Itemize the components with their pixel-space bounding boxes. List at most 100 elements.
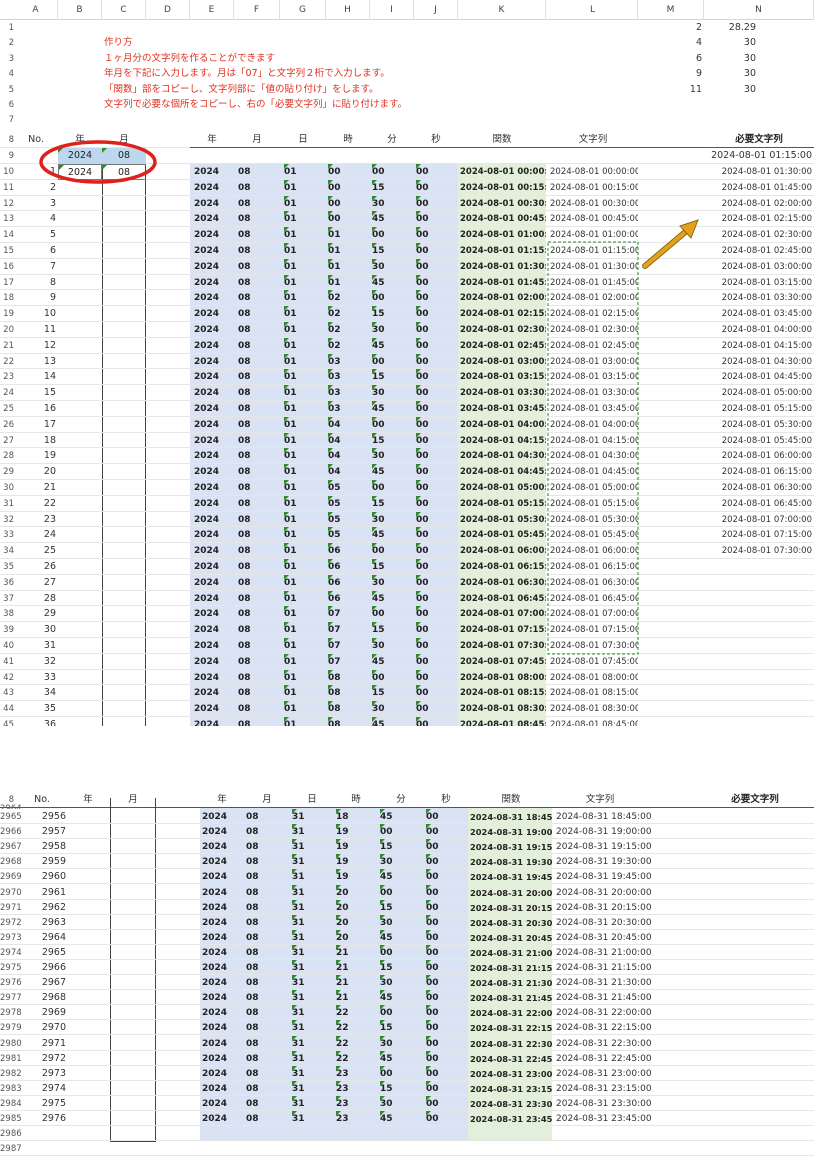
data-row[interactable]: 134202408010045002024-08-01 00:45:002024… (0, 211, 814, 228)
month-cell[interactable]: 08 (238, 196, 278, 212)
hour-cell[interactable]: 01 (328, 258, 368, 275)
needed-string-cell[interactable]: 2024-08-01 07:15:00 (704, 527, 812, 543)
string-cell[interactable]: 2024-08-01 04:15:00 (550, 433, 638, 449)
needed-string-cell[interactable]: 2024-08-01 05:15:00 (704, 401, 812, 417)
month-cell[interactable]: 08 (246, 945, 286, 961)
month-cell[interactable]: 08 (238, 654, 278, 670)
minute-cell[interactable]: 45 (372, 401, 412, 417)
function-cell[interactable]: 2024-08-01 01:45:00 (460, 274, 546, 291)
row-number[interactable]: 2970 (0, 885, 22, 901)
no-cell[interactable]: 22 (14, 496, 56, 512)
day-cell[interactable]: 01 (284, 464, 324, 480)
col-header-l[interactable]: L (548, 0, 638, 20)
second-cell[interactable]: 00 (416, 559, 456, 575)
no-cell[interactable]: 2968 (20, 990, 66, 1006)
string-cell[interactable]: 2024-08-31 21:30:00 (556, 975, 652, 991)
day-cell[interactable]: 31 (292, 899, 332, 916)
day-cell[interactable]: 01 (284, 480, 324, 496)
string-cell[interactable]: 2024-08-01 07:00:00 (550, 606, 638, 622)
year-cell[interactable]: 2024 (194, 464, 234, 480)
no-cell[interactable]: 29 (14, 606, 56, 622)
hour-cell[interactable]: 23 (336, 1065, 376, 1082)
column-header-row[interactable]: ABCDEFGHIJKLMN (0, 0, 814, 20)
second-cell[interactable]: 00 (426, 990, 466, 1006)
second-cell[interactable]: 00 (416, 211, 456, 227)
no-cell[interactable]: 2971 (20, 1036, 66, 1052)
second-cell[interactable]: 00 (416, 337, 456, 354)
col-header-j[interactable]: J (414, 0, 458, 20)
second-cell[interactable]: 00 (416, 606, 456, 622)
day-cell[interactable]: 31 (292, 914, 332, 931)
hour-cell[interactable]: 21 (336, 975, 376, 991)
string-cell[interactable]: 2024-08-01 01:30:00 (550, 259, 638, 275)
row-number[interactable]: 30 (0, 480, 14, 496)
row-number[interactable]: 2971 (0, 900, 22, 916)
cell-n[interactable]: 30 (704, 51, 756, 66)
function-cell[interactable]: 2024-08-31 23:45:00 (470, 1111, 552, 1127)
year-cell[interactable]: 2024 (194, 559, 234, 575)
row-number[interactable]: 34 (0, 543, 14, 559)
row-number[interactable]: 2978 (0, 1005, 22, 1021)
data-row[interactable]: 4031202408010730002024-08-01 07:30:00202… (0, 638, 814, 654)
row-number[interactable]: 2981 (0, 1051, 22, 1067)
year-cell[interactable]: 2024 (194, 385, 234, 401)
string-cell[interactable]: 2024-08-01 03:45:00 (550, 401, 638, 417)
day-cell[interactable]: 31 (292, 1035, 332, 1052)
minute-cell[interactable]: 45 (380, 990, 420, 1006)
sheet-row[interactable]: 4 年月を下記に入力します。月は「07」と文字列２桁で入力します。 9 30 (0, 66, 814, 81)
needed-string-cell[interactable]: 2024-08-01 07:30:00 (704, 543, 812, 559)
data-row[interactable]: 4536202408010845002024-08-01 08:45:00202… (0, 717, 814, 726)
minute-cell[interactable]: 15 (372, 685, 412, 701)
function-cell[interactable]: 2024-08-01 06:30:00 (460, 574, 546, 591)
no-cell[interactable]: 33 (14, 670, 56, 686)
data-row[interactable]: 2112202408010245002024-08-01 02:45:00202… (0, 337, 814, 354)
hour-cell[interactable]: 07 (328, 622, 368, 638)
day-cell[interactable]: 31 (292, 854, 332, 870)
no-cell[interactable]: 35 (14, 701, 56, 717)
second-cell[interactable]: 00 (426, 869, 466, 885)
day-cell[interactable]: 01 (284, 179, 324, 196)
string-cell[interactable]: 2024-08-01 03:30:00 (550, 385, 638, 401)
year-cell[interactable]: 2024 (194, 543, 234, 559)
string-cell[interactable]: 2024-08-31 22:15:00 (556, 1020, 652, 1036)
no-cell[interactable]: 8 (14, 275, 56, 291)
second-cell[interactable]: 00 (416, 306, 456, 322)
string-cell[interactable]: 2024-08-31 19:15:00 (556, 839, 652, 855)
year-cell[interactable]: 2024 (194, 243, 234, 259)
year-cell[interactable]: 2024 (202, 854, 242, 870)
second-cell[interactable]: 00 (426, 854, 466, 870)
year-cell[interactable]: 2024 (194, 275, 234, 291)
second-cell[interactable]: 00 (416, 401, 456, 417)
minute-cell[interactable]: 00 (372, 606, 412, 622)
hour-cell[interactable]: 00 (328, 195, 368, 212)
second-cell[interactable]: 00 (416, 353, 456, 370)
hour-cell[interactable]: 06 (328, 590, 368, 607)
day-cell[interactable]: 01 (284, 195, 324, 212)
month-cell[interactable]: 08 (238, 512, 278, 528)
hour-cell[interactable]: 23 (336, 1095, 376, 1112)
needed-string-cell[interactable]: 2024-08-01 05:00:00 (704, 385, 812, 401)
row-number[interactable]: 2964 (0, 801, 22, 809)
hour-cell[interactable]: 23 (336, 1080, 376, 1097)
no-cell[interactable]: 2974 (20, 1081, 66, 1097)
data-row[interactable]: 145202408010100002024-08-01 01:00:002024… (0, 227, 814, 244)
hour-cell[interactable]: 08 (328, 717, 368, 726)
function-cell[interactable]: 2024-08-31 23:15:00 (470, 1080, 552, 1097)
second-cell[interactable]: 00 (416, 243, 456, 259)
hour-cell[interactable]: 19 (336, 839, 376, 855)
day-cell[interactable]: 01 (284, 353, 324, 370)
string-cell[interactable]: 2024-08-31 21:45:00 (556, 990, 652, 1006)
string-cell[interactable]: 2024-08-31 19:30:00 (556, 854, 652, 870)
string-cell[interactable]: 2024-08-01 08:15:00 (550, 685, 638, 701)
string-cell[interactable]: 2024-08-31 22:45:00 (556, 1051, 652, 1067)
month-cell[interactable]: 08 (238, 638, 278, 654)
data-row[interactable]: 29742965202408312100002024-08-31 21:00:0… (0, 944, 814, 961)
month-cell[interactable]: 08 (246, 839, 286, 855)
no-cell[interactable]: 26 (14, 559, 56, 575)
data-row[interactable]: 29802971202408312230002024-08-31 22:30:0… (0, 1035, 814, 1052)
string-cell[interactable]: 2024-08-01 05:00:00 (550, 480, 638, 496)
second-cell[interactable]: 00 (416, 590, 456, 607)
minute-cell[interactable]: 45 (372, 464, 412, 480)
string-cell[interactable]: 2024-08-01 02:30:00 (550, 322, 638, 338)
second-cell[interactable]: 00 (426, 1095, 466, 1112)
